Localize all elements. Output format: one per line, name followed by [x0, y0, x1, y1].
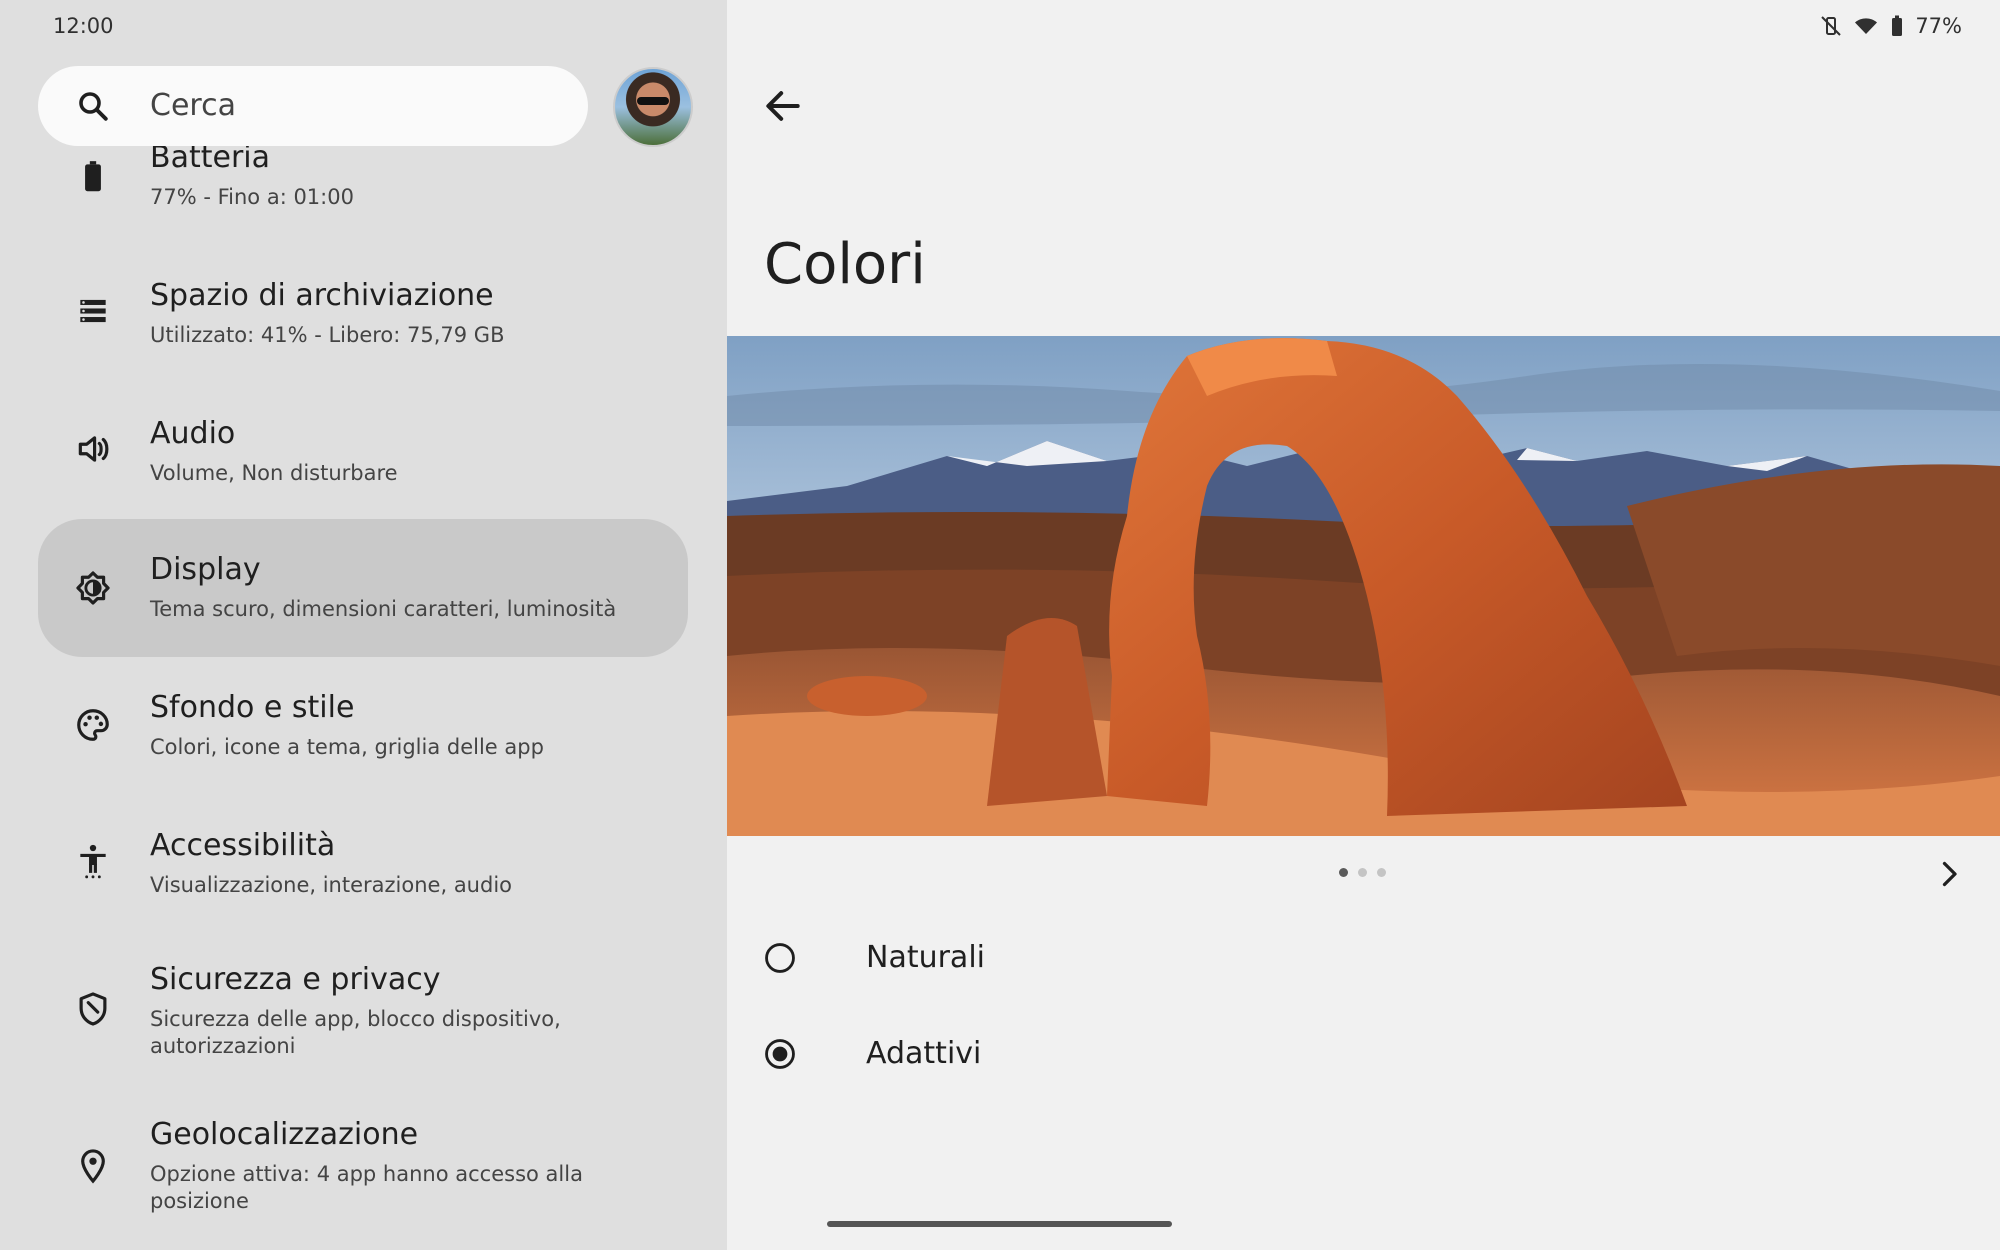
wifi-icon — [1855, 18, 1878, 34]
settings-item-subtitle: Opzione attiva: 4 app hanno accesso alla… — [150, 1162, 583, 1213]
option-label: Naturali — [866, 940, 985, 975]
storage-icon — [80, 299, 106, 323]
carousel-dot — [1358, 868, 1367, 877]
settings-item-title: Display — [150, 552, 261, 587]
settings-item-battery[interactable]: Batteria 77% - Fino a: 01:00 — [38, 140, 688, 220]
battery-icon — [85, 161, 101, 192]
palette-icon — [77, 709, 109, 741]
accessibility-icon — [80, 844, 106, 879]
location-pin-icon — [81, 1149, 105, 1184]
radio-button-unchecked[interactable] — [763, 941, 797, 975]
battery-percent: 77% — [1915, 14, 1962, 38]
search-placeholder: Cerca — [150, 88, 236, 123]
settings-item-accessibility[interactable]: Accessibilità Visualizzazione, interazio… — [38, 828, 688, 908]
vibrate-off-icon — [1821, 16, 1842, 36]
settings-item-subtitle: 77% - Fino a: 01:00 — [150, 185, 354, 209]
carousel-dot — [1377, 868, 1386, 877]
settings-item-audio[interactable]: Audio Volume, Non disturbare — [38, 416, 688, 496]
settings-item-subtitle: Utilizzato: 41% - Libero: 75,79 GB — [150, 323, 505, 347]
settings-sidebar: 12:00 Batteria 77% - Fino a: 01:00 Spazi… — [0, 0, 727, 1250]
search-bar[interactable]: Cerca — [38, 66, 588, 146]
settings-item-location[interactable]: Geolocalizzazione Opzione attiva: 4 app … — [38, 1117, 688, 1217]
gesture-navigation-handle[interactable] — [827, 1221, 1172, 1227]
wallpaper-preview-image — [727, 336, 2000, 836]
settings-item-subtitle: Sicurezza delle app, blocco dispositivo,… — [150, 1007, 561, 1058]
settings-item-wallpaper[interactable]: Sfondo e stile Colori, icone a tema, gri… — [38, 690, 688, 770]
volume-icon — [78, 436, 109, 462]
status-time: 12:00 — [53, 14, 114, 38]
battery-status-icon — [1892, 15, 1903, 36]
settings-item-title: Accessibilità — [150, 828, 336, 863]
detail-pane: 77% Colori Naturali Adattivi — [727, 0, 2000, 1250]
option-label: Adattivi — [866, 1036, 982, 1071]
radio-button-checked[interactable] — [763, 1037, 797, 1071]
settings-item-subtitle: Visualizzazione, interazione, audio — [150, 873, 513, 897]
settings-item-title: Sfondo e stile — [150, 690, 355, 725]
back-arrow-icon[interactable] — [761, 84, 805, 128]
settings-item-subtitle: Volume, Non disturbare — [150, 461, 398, 485]
avatar[interactable] — [613, 67, 693, 147]
avatar-sunglasses — [637, 97, 669, 105]
settings-item-subtitle: Tema scuro, dimensioni caratteri, lumino… — [150, 597, 617, 621]
shield-icon — [79, 992, 107, 1026]
settings-item-title: Spazio di archiviazione — [150, 278, 494, 313]
chevron-right-icon[interactable] — [1931, 856, 1967, 892]
option-naturali[interactable]: Naturali — [763, 928, 1363, 988]
page-title: Colori — [764, 232, 926, 297]
settings-item-storage[interactable]: Spazio di archiviazione Utilizzato: 41% … — [38, 278, 688, 358]
settings-item-subtitle: Colori, icone a tema, griglia delle app — [150, 735, 544, 759]
settings-item-title: Audio — [150, 416, 236, 451]
settings-item-display[interactable]: Display Tema scuro, dimensioni caratteri… — [38, 519, 688, 657]
status-icons: 77% — [1819, 14, 1962, 38]
search-icon — [79, 92, 108, 121]
settings-item-title: Geolocalizzazione — [150, 1117, 419, 1152]
settings-item-title: Sicurezza e privacy — [150, 962, 441, 997]
carousel-page-indicator — [1339, 868, 1386, 877]
brightness-icon — [76, 571, 110, 605]
option-adattivi[interactable]: Adattivi — [763, 1024, 1363, 1084]
carousel-dot-active — [1339, 868, 1348, 877]
settings-item-security[interactable]: Sicurezza e privacy Sicurezza delle app,… — [38, 962, 688, 1062]
